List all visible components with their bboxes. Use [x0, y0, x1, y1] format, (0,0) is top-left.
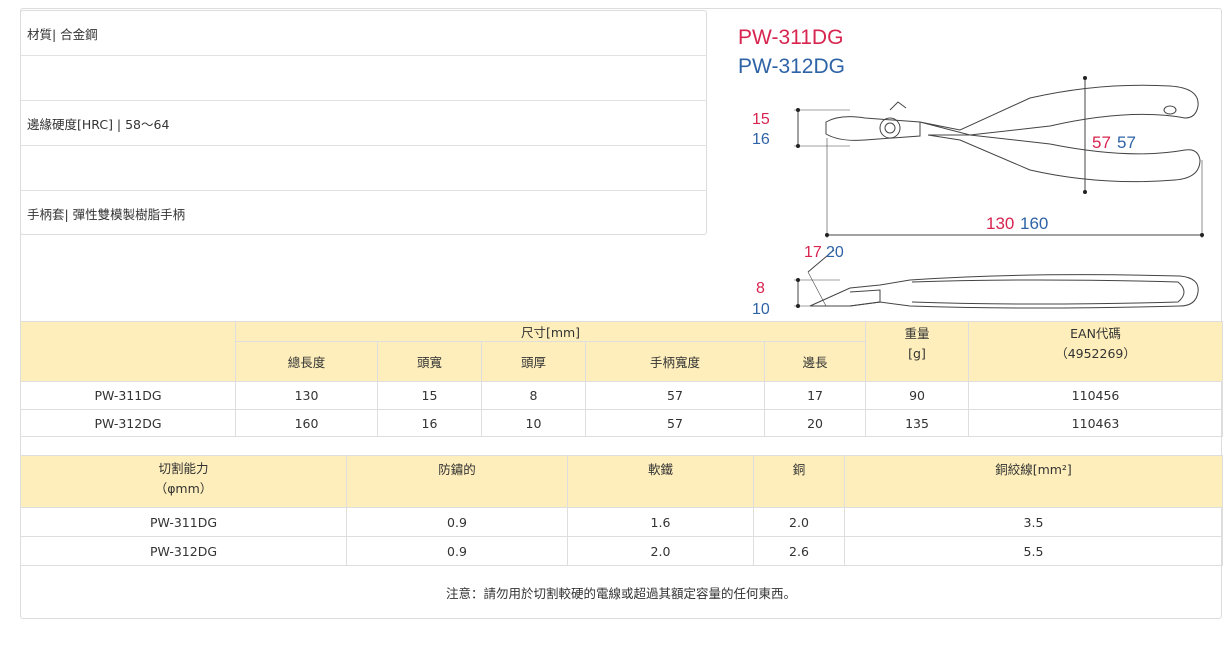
edge-a-label: 17 [804, 244, 822, 261]
value-cell: 1.6 [567, 507, 754, 537]
col-soft-iron: 軟鐵 [567, 455, 754, 508]
value-cell: 57 [585, 381, 765, 410]
table-row: PW-311DG 130 15 8 57 17 90 110456 [20, 381, 1224, 410]
weight-header-label: 重量 [904, 326, 930, 341]
spec-list: 材質| 合金鋼 邊緣硬度[HRC] | 58～64 手柄套| 彈性雙模製樹脂手柄 [20, 10, 707, 235]
usage-note: 注意：請勿用於切割較硬的電線或超過其額定容量的任何東西。 [445, 586, 796, 601]
value-cell: 5.5 [844, 536, 1223, 566]
value-cell: 130 [235, 381, 378, 410]
value-cell: 16 [377, 409, 482, 437]
weight-unit: [g] [908, 346, 926, 361]
thickness-b-label: 10 [752, 301, 770, 318]
value-cell: 17 [763, 381, 867, 410]
col-total-length: 總長度 [235, 341, 378, 382]
value-cell: 3.5 [844, 507, 1223, 537]
value-cell: 2.0 [567, 536, 754, 566]
spec-hardness: 邊緣硬度[HRC] | 58～64 [21, 101, 706, 146]
model-cell: PW-311DG [20, 507, 347, 537]
model-a-title: PW-311DG [738, 26, 843, 49]
value-cell: 0.9 [346, 536, 568, 566]
col-stainless: 防鏽的 [346, 455, 568, 508]
dimensions-group-header: 尺寸[mm] [234, 321, 867, 342]
value-cell: 0.9 [346, 507, 568, 537]
col-stranded-copper: 銅絞線[mm²] [844, 455, 1223, 508]
ean-cell: 110463 [968, 409, 1224, 437]
value-cell: 57 [585, 409, 765, 437]
ean-prefix: （4952269） [1055, 346, 1136, 361]
table-row: PW-312DG 0.9 2.0 2.6 5.5 [20, 536, 1223, 566]
width-a-label: 15 [752, 111, 770, 128]
col-head-width: 頭寬 [377, 341, 482, 382]
weight-cell: 90 [865, 381, 970, 410]
spec-handle: 手柄套| 彈性雙模製樹脂手柄 [27, 207, 186, 222]
value-cell: 10 [481, 409, 586, 437]
table-row: PW-312DG 160 16 10 57 20 135 110463 [20, 409, 1224, 437]
weight-cell: 135 [865, 409, 970, 437]
handle-b-label: 57 [1117, 133, 1136, 152]
capacity-header-label: 切割能力 [158, 461, 209, 476]
ean-header: EAN代碼 （4952269） [968, 321, 1224, 382]
value-cell: 2.0 [753, 507, 845, 537]
value-cell: 160 [235, 409, 378, 437]
value-cell: 15 [377, 381, 482, 410]
value-cell: 8 [481, 381, 586, 410]
model-cell: PW-311DG [20, 381, 236, 410]
table-row: PW-311DG 0.9 1.6 2.0 3.5 [20, 507, 1223, 537]
capacity-header: 切割能力 （φmm） [20, 455, 347, 508]
width-b-label: 16 [752, 131, 770, 148]
weight-header: 重量 [g] [865, 321, 970, 382]
spec-empty-row [21, 146, 706, 191]
spec-empty-row [21, 56, 706, 101]
value-cell: 2.6 [753, 536, 845, 566]
col-copper: 銅 [753, 455, 845, 508]
col-head-thickness: 頭厚 [481, 341, 586, 382]
capacity-header-unit: （φmm） [154, 481, 213, 496]
model-header-cell [20, 321, 236, 382]
value-cell: 20 [763, 409, 867, 437]
length-a-label: 130 [986, 214, 1014, 233]
handle-a-label: 57 [1092, 133, 1111, 152]
length-b-label: 160 [1020, 214, 1048, 233]
spec-material: 材質| 合金鋼 [21, 11, 706, 56]
model-cell: PW-312DG [20, 409, 236, 437]
model-cell: PW-312DG [20, 536, 347, 566]
dimensions-table: 尺寸[mm] 重量 [g] EAN代碼 （4952269） 總長度 頭寬 頭厚 … [20, 321, 1224, 437]
thickness-a-label: 8 [756, 280, 765, 297]
pliers-dimension-diagram: PW-311DG PW-312DG 15 16 57 57 130 160 17… [738, 26, 1204, 318]
ean-header-label: EAN代碼 [1070, 326, 1121, 341]
col-handle-width: 手柄寬度 [585, 341, 765, 382]
model-b-title: PW-312DG [738, 55, 845, 78]
cutting-capacity-table: 切割能力 （φmm） 防鏽的 軟鐵 銅 銅絞線[mm²] PW-311DG 0.… [20, 455, 1223, 566]
col-edge-length: 邊長 [763, 341, 867, 382]
edge-b-label: 20 [826, 244, 844, 261]
ean-cell: 110456 [968, 381, 1224, 410]
